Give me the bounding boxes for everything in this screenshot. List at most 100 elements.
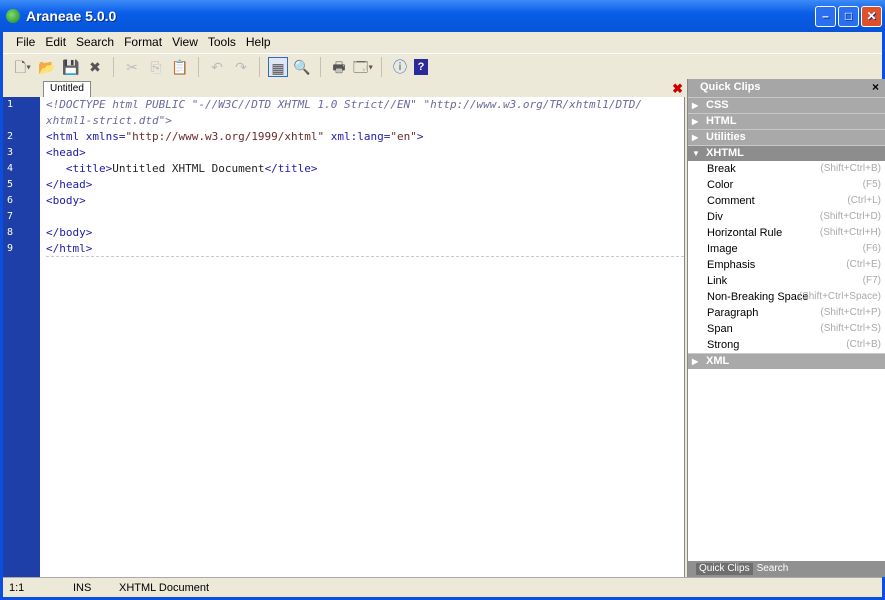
menu-help[interactable]: Help: [241, 32, 276, 52]
line-number: 2: [7, 131, 14, 142]
clip-item[interactable]: Comment (Ctrl+L): [688, 193, 885, 209]
code-token: <title>: [65, 162, 113, 175]
clip-label: Comment: [707, 195, 755, 207]
clip-item[interactable]: Div (Shift+Ctrl+D): [688, 209, 885, 225]
clip-label: Color: [707, 179, 734, 191]
minimize-button[interactable]: –: [815, 6, 836, 27]
clip-item[interactable]: Non-Breaking Space (Shift+Ctrl+Space): [688, 289, 885, 305]
maximize-button[interactable]: □: [838, 6, 859, 27]
clip-item[interactable]: Color (F5): [688, 177, 885, 193]
menu-format[interactable]: Format: [119, 32, 167, 52]
clip-item[interactable]: Link (F7): [688, 273, 885, 289]
clip-item[interactable]: Break (Shift+Ctrl+B): [688, 161, 885, 177]
close-document-icon[interactable]: ✖: [85, 57, 105, 77]
print-icon[interactable]: 🖶: [329, 57, 349, 77]
close-panel-icon[interactable]: ×: [872, 80, 879, 94]
undo-icon[interactable]: ↶: [207, 57, 227, 77]
group-xhtml[interactable]: ▼ XHTML: [688, 145, 885, 161]
document-type: XHTML Document: [119, 581, 210, 594]
close-button[interactable]: ✕: [861, 6, 882, 27]
menu-edit[interactable]: Edit: [40, 32, 71, 52]
tab-quick-clips[interactable]: Quick Clips: [696, 563, 753, 575]
code-token: </body>: [46, 226, 93, 239]
menu-tools[interactable]: Tools: [203, 32, 241, 52]
menu-search[interactable]: Search: [71, 32, 119, 52]
chevron-right-icon: ▶: [692, 117, 699, 126]
app-window: Araneae 5.0.0 – □ ✕ File Edit Search Format…: [0, 0, 885, 600]
line-number: [3, 113, 40, 129]
clip-shortcut: (Shift+Ctrl+P): [820, 307, 881, 318]
clip-label: Link: [707, 275, 728, 287]
clip-label: Div: [707, 211, 723, 223]
menu-file[interactable]: File: [11, 32, 40, 52]
clip-shortcut: (Shift+Ctrl+H): [819, 227, 881, 238]
clip-shortcut: (Shift+Ctrl+S): [820, 323, 881, 334]
chevron-right-icon: ▶: [692, 357, 699, 366]
clip-label: Span: [707, 323, 733, 335]
clip-item[interactable]: Span (Shift+Ctrl+S): [688, 321, 885, 337]
code-token: <!DOCTYPE html PUBLIC "-//W3C//DTD XHTML…: [46, 98, 643, 111]
clip-shortcut: (Shift+Ctrl+Space): [798, 291, 881, 302]
search-icon[interactable]: 🔍: [292, 57, 312, 77]
clip-item[interactable]: Image (F6): [688, 241, 885, 257]
save-icon[interactable]: 💾: [61, 57, 81, 77]
group-css[interactable]: ▶ CSS: [688, 97, 885, 113]
code-line: <!DOCTYPE html PUBLIC "-//W3C//DTD XHTML…: [46, 97, 684, 113]
group-label: HTML: [706, 115, 737, 127]
group-utilities[interactable]: ▶ Utilities: [688, 129, 885, 145]
group-xml[interactable]: ▶ XML: [688, 353, 885, 369]
group-html[interactable]: ▶ HTML: [688, 113, 885, 129]
clip-item[interactable]: Horizontal Rule (Shift+Ctrl+H): [688, 225, 885, 241]
code-token: xml:lang=: [324, 130, 391, 143]
help-icon[interactable]: ?: [414, 58, 428, 75]
tab-search[interactable]: Search: [757, 563, 789, 575]
group-label: Utilities: [706, 131, 746, 143]
menu-view[interactable]: View: [167, 32, 203, 52]
redo-icon[interactable]: ↷: [231, 57, 251, 77]
code-line: </head>: [46, 177, 684, 193]
open-folder-icon[interactable]: 📂▾: [37, 57, 57, 95]
chevron-down-icon: ▼: [692, 149, 700, 158]
menu-bar: File Edit Search Format View Tools Help: [3, 32, 882, 52]
code-line: <body>: [46, 193, 684, 209]
close-tab-icon[interactable]: ✖: [672, 81, 683, 97]
code-editor[interactable]: <!DOCTYPE html PUBLIC "-//W3C//DTD XHTML…: [40, 97, 685, 577]
line-number: 7: [7, 211, 14, 222]
clip-item[interactable]: Strong (Ctrl+B): [688, 337, 885, 353]
title-bar: Araneae 5.0.0 – □ ✕: [0, 0, 885, 32]
tab-untitled[interactable]: Untitled: [43, 81, 91, 97]
toolbar-separator: [113, 56, 114, 77]
cursor-position: 1:1: [9, 581, 25, 594]
clip-label: Image: [707, 243, 738, 255]
clip-label: Break: [707, 163, 736, 175]
code-token: "en": [390, 130, 417, 143]
toolbar-separator: [320, 56, 321, 77]
panel-tabs: Quick Clips Search: [688, 561, 885, 577]
toolbar-separator: [198, 56, 199, 77]
clip-shortcut: (F5): [862, 179, 881, 190]
code-line: xhtml1-strict.dtd">: [46, 113, 684, 129]
clip-item[interactable]: Emphasis (Ctrl+E): [688, 257, 885, 273]
code-token: </html>: [46, 242, 93, 255]
copy-icon[interactable]: ⎘: [146, 57, 166, 77]
clip-label: Horizontal Rule: [707, 227, 783, 239]
panel-header: Quick Clips ×: [688, 79, 885, 97]
clip-item[interactable]: Paragraph (Shift+Ctrl+P): [688, 305, 885, 321]
clip-shortcut: (Ctrl+E): [846, 259, 881, 270]
toolbar-separator: [259, 56, 260, 77]
paste-icon[interactable]: 📋: [170, 57, 190, 77]
insert-mode: INS: [73, 581, 92, 594]
status-bar: 1:1 INS XHTML Document: [3, 577, 882, 597]
new-document-icon[interactable]: 🗋▾: [13, 57, 33, 77]
code-token: <html xmlns=: [46, 130, 126, 143]
chevron-right-icon: ▶: [692, 101, 699, 110]
info-icon[interactable]: ⓘ: [390, 57, 410, 77]
toolbar-separator: [381, 56, 382, 77]
app-logo-icon: [6, 9, 20, 23]
cut-icon[interactable]: ✂: [122, 57, 142, 77]
panel-layout-icon[interactable]: ▦: [268, 56, 288, 77]
code-line: <title>Untitled XHTML Document</title>: [46, 161, 684, 177]
code-line: </html>: [46, 241, 684, 257]
preview-icon[interactable]: 🗔▾: [353, 57, 373, 77]
